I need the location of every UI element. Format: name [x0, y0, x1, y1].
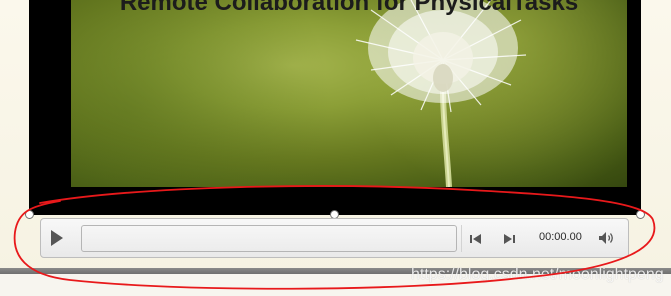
video-thumbnail: Remote Collaboration for PhysicalTasks: [71, 0, 627, 187]
progress-bar[interactable]: [81, 225, 457, 252]
skip-forward-button[interactable]: [503, 232, 515, 244]
volume-button[interactable]: [598, 231, 616, 245]
resize-handle-bottom-left[interactable]: [25, 210, 34, 219]
media-control-bar: 00:00.00: [40, 218, 629, 258]
play-button[interactable]: [49, 229, 65, 247]
control-divider: [461, 225, 462, 252]
resize-handle-bottom-right[interactable]: [636, 210, 645, 219]
video-title: Remote Collaboration for PhysicalTasks: [119, 0, 579, 16]
play-icon: [51, 230, 63, 246]
skip-back-icon: [470, 234, 481, 244]
volume-icon: [599, 232, 613, 244]
time-readout: 00:00.00: [539, 231, 582, 243]
skip-back-button[interactable]: [470, 232, 482, 244]
skip-forward-icon: [504, 234, 515, 244]
dandelion-image: [355, 0, 527, 187]
video-frame[interactable]: Remote Collaboration for PhysicalTasks: [29, 0, 641, 215]
watermark: https://blog.csdn.net/moonlightpeng: [411, 266, 664, 283]
